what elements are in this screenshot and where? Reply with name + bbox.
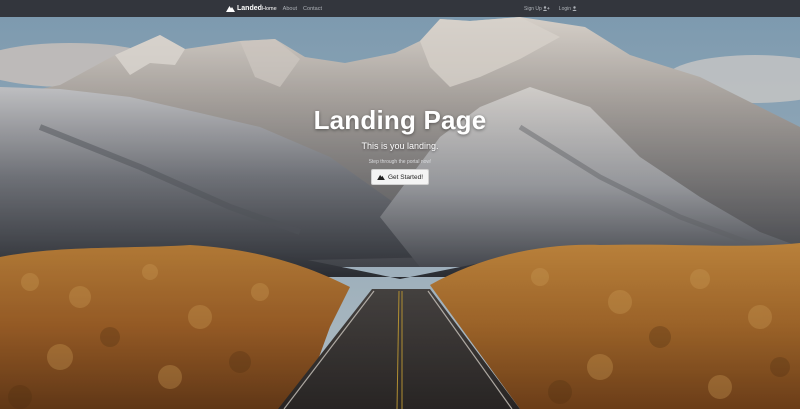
landing-page: Landed Home About Contact Sign Up Login xyxy=(0,0,800,409)
brand-link[interactable]: Landed xyxy=(226,3,262,14)
signup-link[interactable]: Sign Up xyxy=(524,6,550,12)
hero-subtitle: This is you landing. xyxy=(361,141,439,151)
hero-title: Landing Page xyxy=(313,105,487,135)
signup-label: Sign Up xyxy=(524,5,542,12)
nav-account-links: Sign Up Login xyxy=(524,3,577,14)
get-started-label: Get Started! xyxy=(387,173,424,181)
login-label: Login xyxy=(558,5,572,12)
nav-about-link[interactable]: About xyxy=(283,6,297,12)
nav-contact-link[interactable]: Contact xyxy=(303,6,322,12)
user-icon xyxy=(572,6,577,11)
mountain-icon xyxy=(226,6,235,12)
nav-links: Home About Contact xyxy=(262,3,322,14)
top-navbar: Landed Home About Contact Sign Up Login xyxy=(0,0,800,17)
nav-home-link[interactable]: Home xyxy=(262,6,277,12)
hero-content: Landing Page This is you landing. Step t… xyxy=(0,100,800,185)
user-plus-icon xyxy=(542,6,550,11)
hero-background-image xyxy=(0,17,800,409)
get-started-button[interactable]: Get Started! xyxy=(370,169,430,185)
login-link[interactable]: Login xyxy=(559,6,577,12)
brand-name: Landed xyxy=(237,5,262,12)
hero-hint: Step through the portal now! xyxy=(368,159,432,165)
mountain-icon xyxy=(377,174,385,180)
